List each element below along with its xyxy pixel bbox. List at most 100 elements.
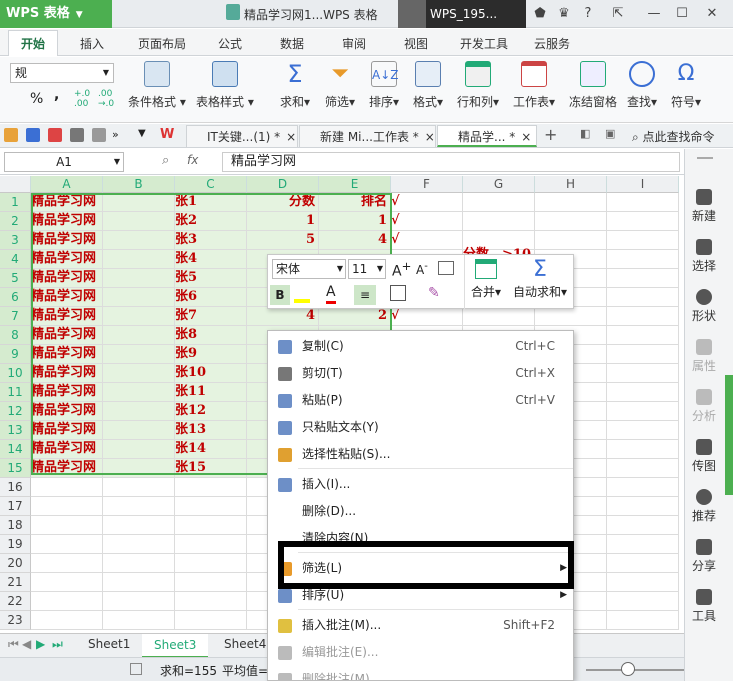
cell-a11[interactable]: 精品学习网 — [31, 383, 103, 402]
cell-c11[interactable]: 张11 — [175, 383, 247, 402]
align-center-icon[interactable]: ≡ — [354, 285, 376, 305]
bold-icon[interactable]: B — [270, 285, 290, 305]
cell-c2[interactable]: 张2 — [175, 212, 247, 231]
cell-i23[interactable] — [607, 611, 679, 630]
tab-home[interactable]: 开始 — [8, 30, 58, 56]
menu-item-cut[interactable]: 剪切(T) Ctrl+X — [268, 360, 573, 387]
row-header[interactable]: 3 — [0, 231, 31, 250]
cell-b17[interactable] — [103, 497, 175, 516]
cell-i19[interactable] — [607, 535, 679, 554]
panel-collapse-icon[interactable] — [697, 157, 713, 159]
column-header-a[interactable]: A — [31, 176, 103, 193]
cell-a12[interactable]: 精品学习网 — [31, 402, 103, 421]
cell-b16[interactable] — [103, 478, 175, 497]
increase-font-icon[interactable]: A+ — [392, 259, 411, 280]
cell-c18[interactable] — [175, 516, 247, 535]
worksheet-button[interactable]: 工作表▾ — [513, 59, 555, 110]
cell-a16[interactable] — [31, 478, 103, 497]
cell-b19[interactable] — [103, 535, 175, 554]
cell-g7[interactable] — [463, 307, 535, 326]
cell-c5[interactable]: 张5 — [175, 269, 247, 288]
cell-c4[interactable]: 张4 — [175, 250, 247, 269]
side-share[interactable]: 分享 — [685, 539, 723, 574]
row-header[interactable]: 10 — [0, 364, 31, 383]
tab-view[interactable]: 视图 — [404, 35, 428, 52]
rows-cols-button[interactable]: 行和列▾ — [457, 59, 499, 110]
user-account[interactable]: WPS_195... — [398, 0, 526, 28]
cell-a15[interactable]: 精品学习网 — [31, 459, 103, 478]
pdf-icon[interactable] — [48, 128, 62, 142]
cell-a19[interactable] — [31, 535, 103, 554]
cell-i1[interactable] — [607, 193, 679, 212]
tab-data[interactable]: 数据 — [280, 35, 304, 52]
increase-decimal-icon[interactable]: +.0.00 — [74, 89, 90, 109]
help-icon[interactable]: ? — [578, 4, 598, 24]
doc-tab-it[interactable]: IT关键...(1) * × — [186, 125, 298, 147]
cell-c15[interactable]: 张15 — [175, 459, 247, 478]
menu-item-delete[interactable]: 删除(D)... — [268, 498, 573, 525]
sheet-tab-4[interactable]: Sheet4 — [224, 637, 266, 651]
doc-tab-active[interactable]: 精品学... * × — [437, 125, 537, 147]
row-header[interactable]: 19 — [0, 535, 31, 554]
cell-d1[interactable]: 分数 — [247, 193, 319, 212]
cell-a3[interactable]: 精品学习网 — [31, 231, 103, 250]
cell-a10[interactable]: 精品学习网 — [31, 364, 103, 383]
font-select[interactable]: 宋体 ▼ — [272, 259, 346, 279]
cell-i4[interactable] — [607, 250, 679, 269]
cell-c3[interactable]: 张3 — [175, 231, 247, 250]
cell-a23[interactable] — [31, 611, 103, 630]
name-box[interactable]: A1 ▼ — [4, 152, 124, 172]
cell-b4[interactable] — [103, 250, 175, 269]
freeze-panes-button[interactable]: 冻结窗格 — [569, 59, 617, 110]
font-color-icon[interactable]: A — [326, 283, 336, 304]
cell-i9[interactable] — [607, 345, 679, 364]
row-header[interactable]: 9 — [0, 345, 31, 364]
decrease-decimal-icon[interactable]: .00 →.0 — [98, 89, 114, 109]
number-format-select[interactable]: 规 ▼ — [10, 63, 114, 83]
cell-a17[interactable] — [31, 497, 103, 516]
cell-a13[interactable]: 精品学习网 — [31, 421, 103, 440]
cell-a9[interactable]: 精品学习网 — [31, 345, 103, 364]
cell-i22[interactable] — [607, 592, 679, 611]
column-header-g[interactable]: G — [463, 176, 535, 193]
cell-a22[interactable] — [31, 592, 103, 611]
menu-item-paste-special[interactable]: 选择性粘贴(S)... — [268, 441, 573, 468]
cell-c19[interactable] — [175, 535, 247, 554]
cell-b6[interactable] — [103, 288, 175, 307]
select-all-corner[interactable] — [0, 176, 31, 193]
row-header[interactable]: 16 — [0, 478, 31, 497]
row-header[interactable]: 2 — [0, 212, 31, 231]
cell-c10[interactable]: 张10 — [175, 364, 247, 383]
tab-developer[interactable]: 开发工具 — [460, 35, 508, 52]
cell-i2[interactable] — [607, 212, 679, 231]
autosum-button[interactable]: Σ 自动求和▾ — [508, 259, 572, 300]
cell-i21[interactable] — [607, 573, 679, 592]
cell-b9[interactable] — [103, 345, 175, 364]
cell-c21[interactable] — [175, 573, 247, 592]
menu-item-insert-comment[interactable]: 插入批注(M)... Shift+F2 — [268, 612, 573, 639]
cell-i6[interactable] — [607, 288, 679, 307]
cell-i17[interactable] — [607, 497, 679, 516]
cell-c14[interactable]: 张14 — [175, 440, 247, 459]
cell-h3[interactable] — [535, 231, 607, 250]
command-search[interactable]: ⌕ 点此查找命令 — [632, 128, 715, 145]
cell-a8[interactable]: 精品学习网 — [31, 326, 103, 345]
format-painter-icon[interactable]: ✎ — [428, 285, 440, 301]
row-header[interactable]: 13 — [0, 421, 31, 440]
fx-icon[interactable]: fx — [187, 153, 198, 167]
column-header-b[interactable]: B — [103, 176, 175, 193]
cell-b12[interactable] — [103, 402, 175, 421]
print-preview-icon[interactable] — [92, 128, 106, 142]
app-menu-button[interactable]: WPS 表格 ▼ — [0, 0, 112, 28]
cell-h2[interactable] — [535, 212, 607, 231]
sum-button[interactable]: Σ 求和▾ — [280, 59, 310, 110]
tab-insert[interactable]: 插入 — [80, 35, 104, 52]
cell-b13[interactable] — [103, 421, 175, 440]
cell-b21[interactable] — [103, 573, 175, 592]
border-icon[interactable] — [390, 285, 406, 301]
tab-menu-icon[interactable]: ▣ — [605, 127, 615, 140]
merge-button[interactable]: 合并▾ — [468, 259, 504, 300]
side-upload-image[interactable]: 传图 — [685, 439, 723, 474]
cell-b20[interactable] — [103, 554, 175, 573]
print-icon[interactable] — [70, 128, 84, 142]
